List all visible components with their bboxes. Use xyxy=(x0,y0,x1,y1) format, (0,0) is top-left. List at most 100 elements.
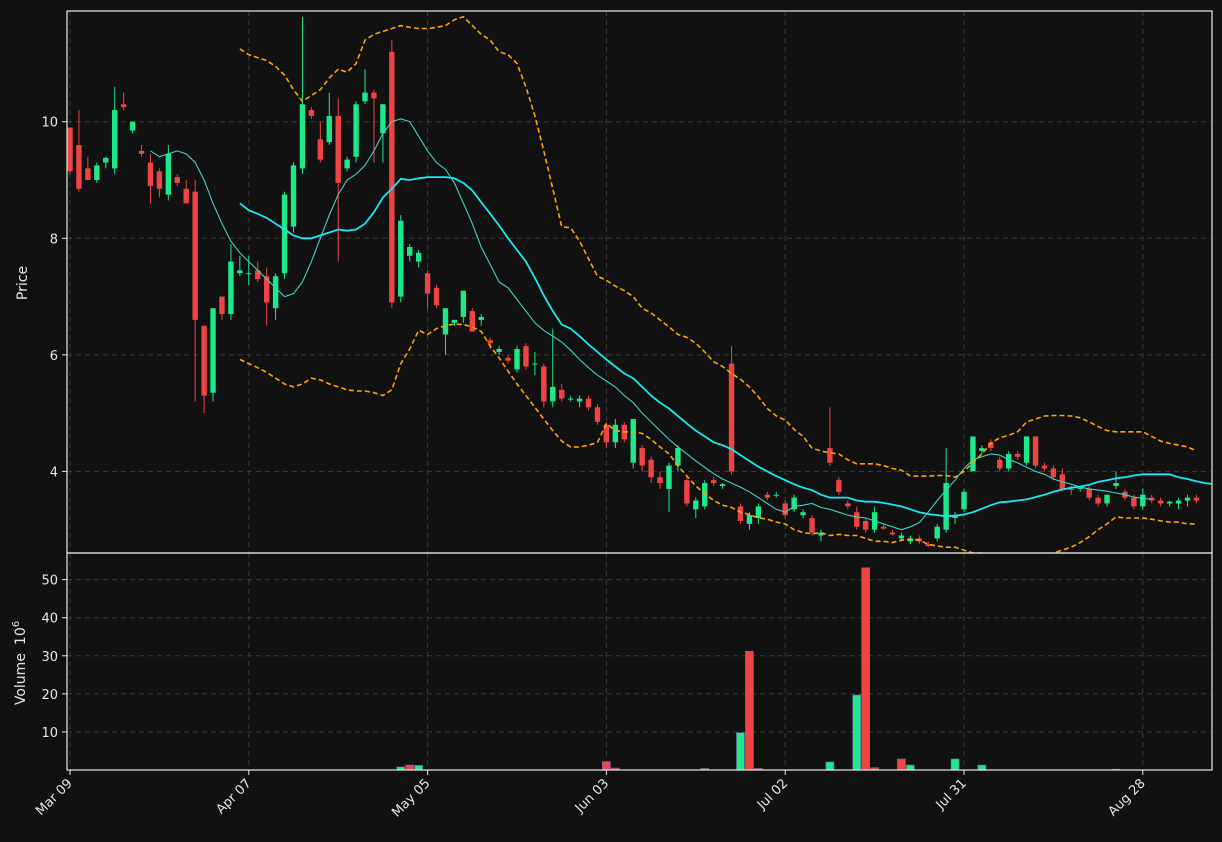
candle-body xyxy=(1050,468,1057,478)
candle-body xyxy=(746,515,753,524)
candle-body xyxy=(934,526,940,539)
candle-body xyxy=(156,171,163,189)
candle-body xyxy=(192,191,198,320)
candle-body xyxy=(219,296,225,315)
candle-body xyxy=(353,104,359,157)
volume-bar xyxy=(414,765,424,771)
candle-body xyxy=(380,104,386,134)
volume-tick-label: 40 xyxy=(41,612,58,627)
candle-body xyxy=(585,398,592,408)
candle-body xyxy=(112,110,118,169)
volume-bar xyxy=(852,694,862,771)
candle-body xyxy=(514,349,520,370)
candle-body xyxy=(594,407,601,422)
volume-bar xyxy=(977,764,987,771)
candle-body xyxy=(246,273,252,275)
candle-body xyxy=(442,308,449,335)
candle-body xyxy=(237,270,243,274)
candle-body xyxy=(335,115,341,183)
candle-body xyxy=(505,357,511,361)
candle-body xyxy=(183,188,189,204)
x-tick-label: Jul 02 xyxy=(754,776,791,813)
price-tick-label: 10 xyxy=(41,116,58,131)
price-tick-label: 6 xyxy=(50,349,58,364)
volume-bar xyxy=(825,761,835,771)
volume-bar xyxy=(745,650,754,771)
candle-body xyxy=(1041,465,1048,469)
volume-panel-frame xyxy=(66,552,1213,771)
candle-body xyxy=(889,532,896,535)
candle-body xyxy=(1131,497,1137,507)
candle-body xyxy=(433,287,440,306)
x-tick-label: Jun 03 xyxy=(572,776,612,816)
volume-tick-label: 10 xyxy=(41,726,58,741)
candle-body xyxy=(1184,497,1191,501)
price-y-ticks: 4 6 8 10 xyxy=(41,116,67,480)
candle-body xyxy=(103,157,109,163)
candle-body xyxy=(1140,494,1146,507)
candle-body xyxy=(532,363,538,365)
candle-body xyxy=(997,459,1003,469)
candle-body xyxy=(576,398,583,402)
candle-body xyxy=(487,340,493,344)
price-axis-label: Price xyxy=(15,266,31,300)
candle-body xyxy=(657,477,663,484)
bollinger-lower xyxy=(239,323,1197,553)
candle-body xyxy=(773,494,779,496)
candle-body xyxy=(272,276,279,309)
volume-bar xyxy=(906,764,915,771)
x-tick-label: Jul 31 xyxy=(933,776,970,813)
candle-body xyxy=(827,448,833,463)
candle-body xyxy=(308,110,315,116)
candle-body xyxy=(424,273,431,294)
x-tick-label: Mar 09 xyxy=(33,776,76,819)
volume-bar xyxy=(861,567,871,771)
candle-body xyxy=(970,436,976,472)
candle-body xyxy=(728,363,735,472)
volume-bar xyxy=(602,761,611,771)
candle-body xyxy=(290,165,297,227)
x-tick-label: May 05 xyxy=(389,776,433,820)
candle-body xyxy=(737,506,744,521)
candle-body xyxy=(1068,488,1074,491)
candle-body xyxy=(961,491,967,510)
candle-body xyxy=(854,512,860,527)
volume-grid xyxy=(67,553,1212,770)
candle-body xyxy=(764,494,771,498)
candle-body xyxy=(94,165,100,181)
candle-body xyxy=(281,194,288,274)
candle-body xyxy=(85,168,91,181)
candle-body xyxy=(541,366,547,402)
price-grid xyxy=(67,11,1212,553)
candle-body xyxy=(174,177,180,183)
candle-body xyxy=(415,252,422,262)
volume-scale-exponent: 6 xyxy=(11,621,22,627)
candle-body xyxy=(76,145,82,189)
candle-body xyxy=(138,150,145,154)
candle-body xyxy=(317,139,324,160)
volume-bar xyxy=(405,764,415,771)
candle-body xyxy=(523,346,529,367)
candle-body xyxy=(719,484,726,486)
candle-body xyxy=(478,316,484,320)
candle-body xyxy=(344,159,350,169)
candle-body xyxy=(648,459,654,478)
candle-body xyxy=(1086,488,1092,498)
candle-body xyxy=(666,465,672,489)
candle-body xyxy=(630,418,636,463)
x-ticks: Mar 09 Apr 07 May 05 Jun 03 Jul 02 Jul 31 Aug … xyxy=(33,770,1149,820)
candle-body xyxy=(612,424,619,443)
volume-tick-label: 20 xyxy=(41,688,58,703)
candle-body xyxy=(755,506,762,519)
candle-body xyxy=(165,153,172,195)
candle-body xyxy=(326,115,332,143)
candle-body xyxy=(299,104,306,169)
candle-body xyxy=(1193,497,1200,501)
candlestick-chart: 4 6 8 10 10 20 30 40 50 Mar 09 Apr 07 May 05 Jun 0… xyxy=(11,10,1213,820)
candle-body xyxy=(559,389,565,399)
candle-body xyxy=(1023,436,1030,463)
price-tick-label: 8 xyxy=(50,232,58,247)
x-tick-label: Apr 07 xyxy=(213,776,254,817)
candle-body xyxy=(1032,436,1039,466)
candle-body xyxy=(407,247,413,256)
